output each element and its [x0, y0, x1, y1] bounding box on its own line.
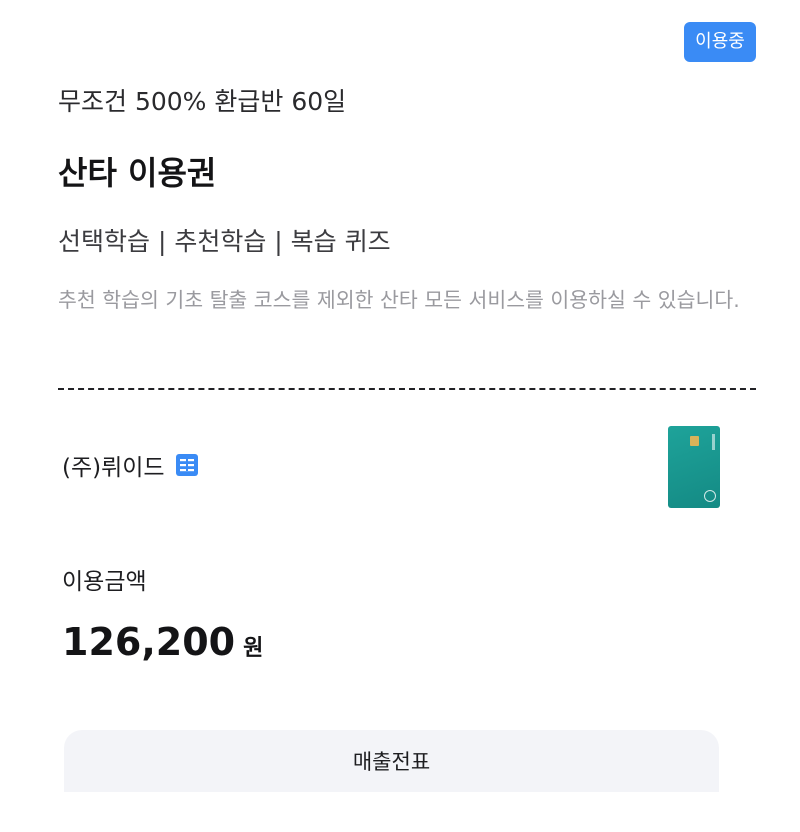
plan-description: 추천 학습의 기초 탈출 코스를 제외한 산타 모든 서비스를 이용하실 수 있… [58, 288, 740, 312]
merchant-row: (주)뤼이드 [62, 448, 199, 482]
card-logo [704, 490, 716, 502]
amount-label: 이용금액 [62, 569, 147, 595]
receipt-button[interactable]: 매출전표 [64, 730, 719, 792]
card-chip [690, 436, 699, 446]
dashed-divider [58, 388, 756, 390]
company-document-icon[interactable] [175, 453, 199, 477]
plan-title: 산타 이용권 [58, 154, 217, 192]
plan-subtitle: 무조건 500% 환급반 60일 [58, 87, 347, 116]
merchant-name: (주)뤼이드 [62, 455, 165, 481]
amount-value: 126,200 [62, 620, 236, 664]
credit-card-icon [668, 426, 720, 508]
status-badge: 이용중 [684, 22, 756, 62]
amount-unit: 원 [243, 636, 264, 661]
card-mark [712, 434, 715, 450]
amount-display: 126,200 원 [62, 620, 263, 664]
plan-features: 선택학습 | 추천학습 | 복습 퀴즈 [58, 227, 391, 256]
